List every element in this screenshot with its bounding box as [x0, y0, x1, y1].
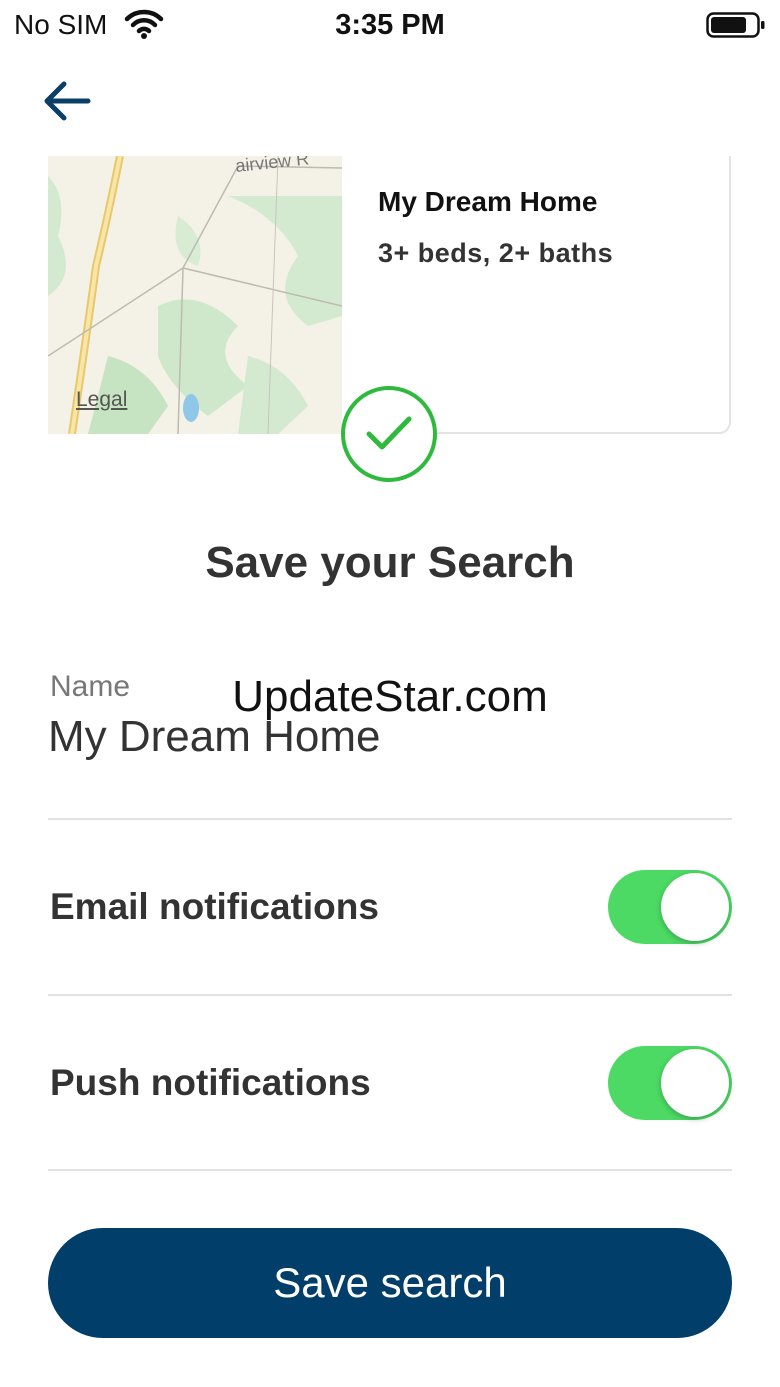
divider	[48, 818, 732, 820]
push-notifications-label: Push notifications	[50, 1062, 371, 1103]
push-notifications-toggle[interactable]	[608, 1046, 732, 1120]
status-bar: No SIM 3:35 PM	[0, 0, 780, 52]
arrow-left-icon	[44, 81, 91, 121]
clock: 3:35 PM	[335, 9, 445, 41]
map-legal-link[interactable]: Legal	[76, 388, 127, 412]
toggle-knob	[661, 873, 729, 941]
map-thumbnail[interactable]: airview R Legal	[48, 156, 342, 434]
back-button[interactable]	[40, 78, 94, 124]
save-search-button[interactable]: Save search	[48, 1228, 732, 1338]
search-title: My Dream Home	[378, 186, 598, 217]
battery-icon	[706, 12, 766, 38]
watermark: UpdateStar.com	[232, 672, 548, 721]
divider	[48, 994, 732, 996]
divider	[48, 1169, 732, 1171]
search-criteria: 3+ beds, 2+ baths	[378, 238, 614, 268]
email-notifications-toggle[interactable]	[608, 870, 732, 944]
toggle-knob	[661, 1049, 729, 1117]
email-notifications-label: Email notifications	[50, 886, 379, 927]
page-title: Save your Search	[205, 538, 575, 587]
checkmark-circle-icon	[341, 386, 437, 482]
